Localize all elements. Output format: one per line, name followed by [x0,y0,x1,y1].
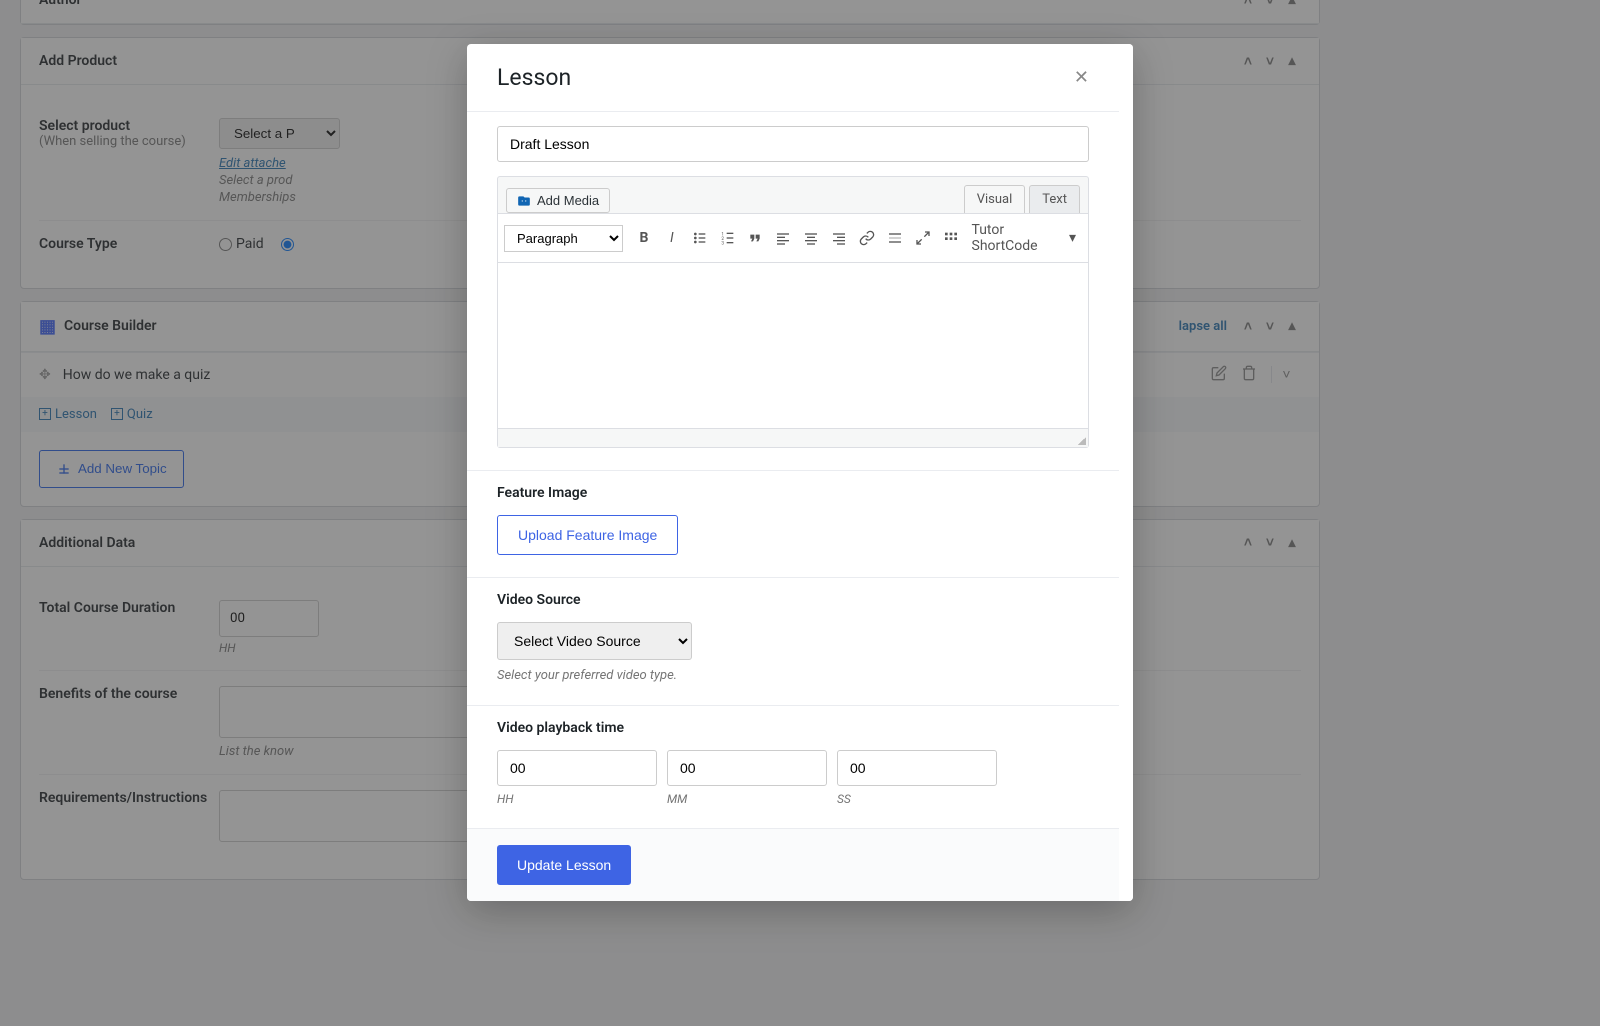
editor-body[interactable] [498,263,1088,429]
svg-text:3: 3 [721,241,724,246]
playback-mm-label: MM [667,792,827,806]
link-icon[interactable] [854,224,880,252]
italic-icon[interactable]: I [659,224,685,252]
bold-icon[interactable]: B [631,224,657,252]
toolbar-toggle-icon[interactable] [938,224,964,252]
add-media-button[interactable]: Add Media [506,188,610,213]
align-center-icon[interactable] [798,224,824,252]
feature-image-label: Feature Image [497,485,1089,501]
paragraph-select[interactable]: Paragraph [504,225,623,252]
readmore-icon[interactable] [882,224,908,252]
bullet-list-icon[interactable] [687,224,713,252]
numbered-list-icon[interactable]: 123 [715,224,741,252]
upload-feature-image-button[interactable]: Upload Feature Image [497,515,678,555]
playback-hh-input[interactable] [497,750,657,786]
align-right-icon[interactable] [826,224,852,252]
align-left-icon[interactable] [770,224,796,252]
shortcode-dropdown[interactable]: Tutor ShortCode ▾ [966,218,1083,258]
tab-visual[interactable]: Visual [964,185,1026,213]
lesson-title-input[interactable] [497,126,1089,162]
playback-ss-label: SS [837,792,997,806]
fullscreen-icon[interactable] [910,224,936,252]
close-icon[interactable]: ✕ [1074,67,1089,88]
modal-title: Lesson [497,64,571,91]
video-source-select[interactable]: Select Video Source [497,622,692,660]
playback-mm-input[interactable] [667,750,827,786]
playback-ss-input[interactable] [837,750,997,786]
caret-down-icon: ▾ [1069,230,1076,246]
playback-time-label: Video playback time [497,720,1089,736]
tab-text[interactable]: Text [1029,185,1080,213]
blockquote-icon[interactable] [743,224,769,252]
playback-hh-label: HH [497,792,657,806]
editor-status-bar [498,429,1088,447]
update-lesson-button[interactable]: Update Lesson [497,845,631,885]
editor-frame: Add Media Visual Text Paragraph B I [497,176,1089,448]
modal-overlay: Lesson ✕ Add Media Visual Text [0,0,1600,1026]
lesson-modal: Lesson ✕ Add Media Visual Text [467,44,1133,901]
video-source-label: Video Source [497,592,1089,608]
video-source-help: Select your preferred video type. [497,668,1089,683]
